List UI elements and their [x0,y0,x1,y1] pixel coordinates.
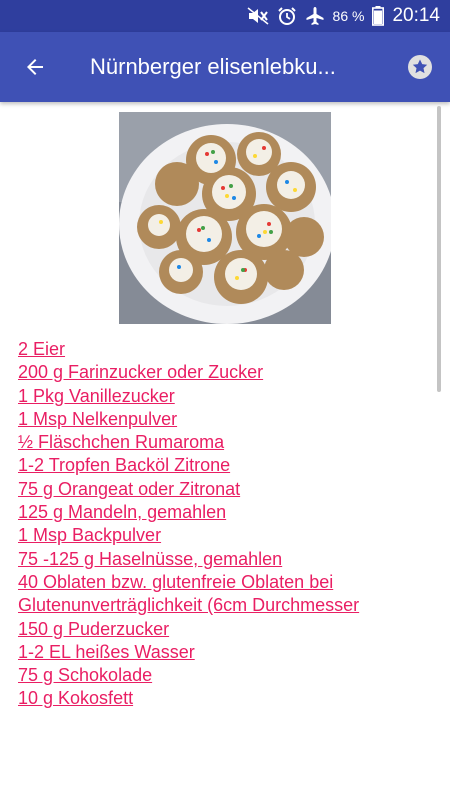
ingredient-link[interactable]: 1 Pkg Vanillezucker [18,385,438,408]
battery-icon [372,6,385,26]
recipe-content[interactable]: 2 Eier 200 g Farinzucker oder Zucker 1 P… [0,102,450,800]
mute-icon [247,7,269,25]
ingredient-link[interactable]: 2 Eier [18,338,438,361]
app-bar: Nürnberger elisenlebku... [0,32,450,102]
ingredient-link[interactable]: 200 g Farinzucker oder Zucker [18,361,438,384]
ingredient-link[interactable]: 125 g Mandeln, gemahlen [18,501,438,524]
ingredient-link[interactable]: 1 Msp Nelkenpulver [18,408,438,431]
ingredient-link[interactable]: 75 g Schokolade [18,664,438,687]
back-button[interactable] [0,32,70,102]
page-title: Nürnberger elisenlebku... [90,54,336,79]
ingredient-link[interactable]: Glutenunverträglichkeit (6cm Durchmesser [18,594,438,617]
ingredient-link[interactable]: 75 g Orangeat oder Zitronat [18,478,438,501]
favorite-button[interactable] [390,32,450,102]
ingredient-link[interactable]: 1 Msp Backpulver [18,524,438,547]
battery-level: 86 % [332,8,365,24]
recipe-photo [119,112,331,324]
ingredient-link[interactable]: 40 Oblaten bzw. glutenfreie Oblaten bei [18,571,438,594]
ingredient-link[interactable]: ½ Fläschchen Rumaroma [18,431,438,454]
ingredient-link[interactable]: 150 g Puderzucker [18,618,438,641]
ingredient-link[interactable]: 1-2 Tropfen Backöl Zitrone [18,454,438,477]
ingredient-link[interactable]: 75 -125 g Haselnüsse, gemahlen [18,548,438,571]
star-icon [408,55,432,79]
clock: 20:14 [392,5,440,26]
status-bar: 86 % 20:14 [0,0,450,32]
airplane-icon [305,6,325,26]
alarm-icon [277,6,297,26]
arrow-left-icon [27,59,43,75]
ingredient-link[interactable]: 10 g Kokosfett [18,687,438,710]
ingredient-list: 2 Eier 200 g Farinzucker oder Zucker 1 P… [18,338,438,711]
ingredient-link[interactable]: 1-2 EL heißes Wasser [18,641,438,664]
